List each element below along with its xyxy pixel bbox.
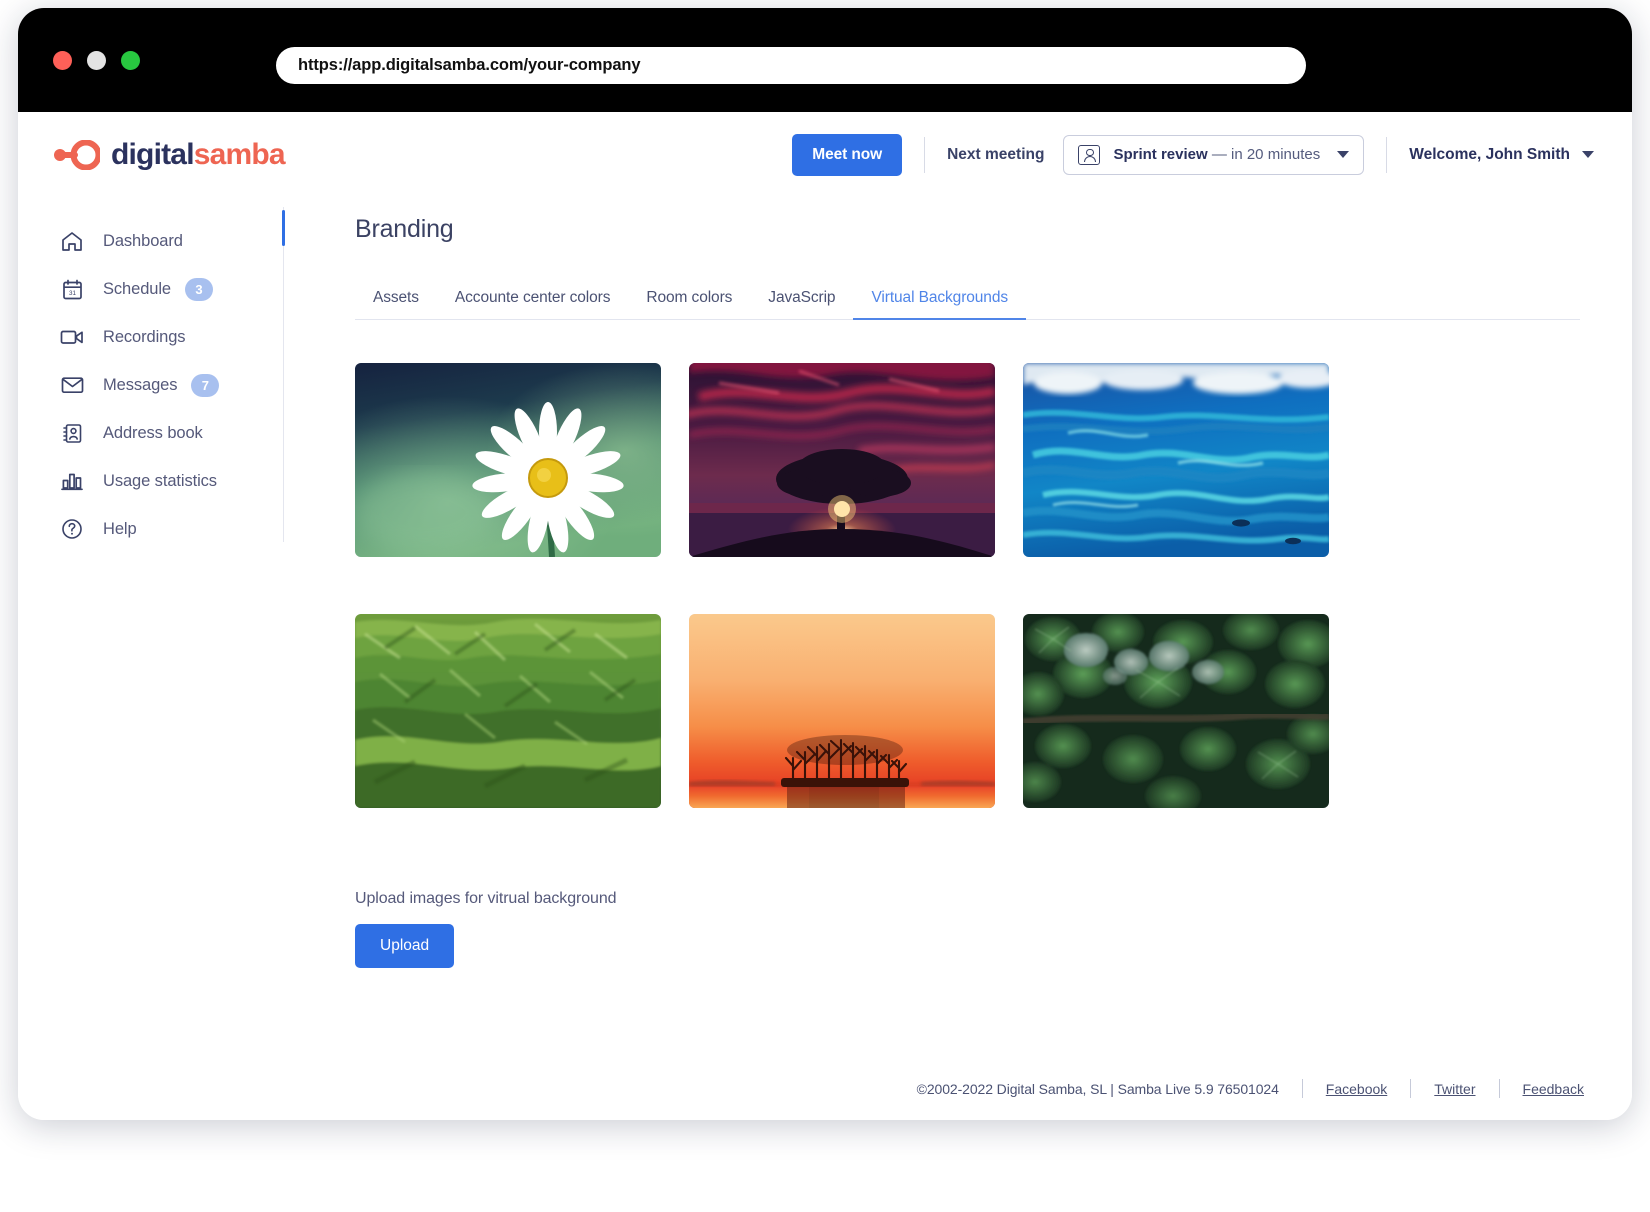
background-thumbnail-white-daisy-flower[interactable]	[355, 363, 661, 557]
page-title: Branding	[355, 215, 1580, 244]
svg-text:31: 31	[68, 290, 76, 297]
sidebar-label: Recordings	[103, 328, 185, 347]
envelope-icon	[58, 372, 86, 398]
sidebar-label: Schedule	[103, 280, 171, 299]
traffic-light-buttons	[53, 51, 140, 70]
header-divider-2	[1386, 137, 1387, 173]
user-menu-label[interactable]: Welcome, John Smith	[1409, 146, 1570, 164]
meet-now-button[interactable]: Meet now	[792, 134, 902, 176]
sidebar-item-address-book[interactable]: Address book	[18, 409, 283, 457]
sidebar-item-recordings[interactable]: Recordings	[18, 313, 283, 361]
footer-copyright: ©2002-2022 Digital Samba, SL | Samba Liv…	[917, 1081, 1279, 1097]
upload-section: Upload images for vitrual background Upl…	[355, 890, 1580, 968]
upload-instruction-label: Upload images for vitrual background	[355, 890, 1580, 908]
background-thumbnail-crimson-sunset-tree[interactable]	[689, 363, 995, 557]
calendar-icon: 31	[58, 276, 86, 302]
brand-logo-text: digitalsamba	[111, 138, 285, 172]
home-icon	[58, 228, 86, 254]
chevron-down-icon	[1337, 151, 1349, 158]
next-meeting-selector[interactable]: Sprint review — in 20 minutes	[1063, 135, 1364, 175]
next-meeting-separator: —	[1212, 146, 1227, 163]
sidebar-item-messages[interactable]: Messages 7	[18, 361, 283, 409]
tab-account-center-colors[interactable]: Accounte center colors	[437, 289, 628, 319]
user-menu-chevron-down-icon[interactable]	[1582, 151, 1594, 158]
footer-link-feedback[interactable]: Feedback	[1523, 1081, 1584, 1097]
footer-divider-3	[1499, 1079, 1500, 1098]
app-container: digitalsamba Meet now Next meeting Sprin…	[18, 112, 1632, 1120]
minimize-window-icon[interactable]	[87, 51, 106, 70]
tab-virtual-backgrounds[interactable]: Virtual Backgrounds	[853, 289, 1026, 319]
tab-javascript[interactable]: JavaScrip	[750, 289, 853, 319]
logo-text-second: samba	[194, 138, 285, 171]
sidebar-item-dashboard[interactable]: Dashboard	[18, 217, 283, 265]
next-meeting-text: Sprint review — in 20 minutes	[1113, 146, 1320, 163]
sidebar-label: Help	[103, 520, 137, 539]
sidebar-label: Dashboard	[103, 232, 183, 251]
footer-link-twitter[interactable]: Twitter	[1434, 1081, 1475, 1097]
logo-text-first: digital	[111, 138, 194, 171]
sidebar-item-usage-statistics[interactable]: Usage statistics	[18, 457, 283, 505]
header-actions: Meet now Next meeting Sprint review — in…	[792, 112, 1594, 197]
next-meeting-title: Sprint review	[1113, 146, 1207, 163]
bar-chart-icon	[58, 468, 86, 494]
address-bar[interactable]: https://app.digitalsamba.com/your-compan…	[276, 47, 1306, 84]
next-meeting-label: Next meeting	[947, 146, 1044, 164]
samba-logo-icon	[54, 140, 100, 170]
close-window-icon[interactable]	[53, 51, 72, 70]
background-thumbnail-green-rolling-hills[interactable]	[355, 614, 661, 808]
main-content: Branding Assets Accounte center colors R…	[283, 197, 1632, 1120]
browser-window: https://app.digitalsamba.com/your-compan…	[18, 8, 1632, 1120]
sidebar-badge-messages: 7	[191, 374, 219, 397]
branding-tabs: Assets Accounte center colors Room color…	[355, 282, 1580, 320]
url-text: https://app.digitalsamba.com/your-compan…	[298, 56, 640, 75]
brand-logo[interactable]: digitalsamba	[54, 138, 285, 172]
tab-room-colors[interactable]: Room colors	[628, 289, 750, 319]
sidebar-label: Address book	[103, 424, 203, 443]
sidebar-badge-schedule: 3	[185, 278, 213, 301]
sidebar-label: Usage statistics	[103, 472, 217, 491]
app-header: digitalsamba Meet now Next meeting Sprin…	[18, 112, 1632, 197]
tab-assets[interactable]: Assets	[355, 289, 437, 319]
header-divider-1	[924, 137, 925, 173]
sidebar-label: Messages	[103, 376, 177, 395]
next-meeting-time: in 20 minutes	[1231, 146, 1320, 163]
virtual-backgrounds-grid	[355, 363, 1580, 808]
footer-link-facebook[interactable]: Facebook	[1326, 1081, 1387, 1097]
maximize-window-icon[interactable]	[121, 51, 140, 70]
contact-card-icon	[1078, 145, 1100, 165]
background-thumbnail-aerial-pine-forest[interactable]	[1023, 614, 1329, 808]
browser-titlebar: https://app.digitalsamba.com/your-compan…	[18, 8, 1632, 112]
sidebar: Dashboard 31 Schedule 3	[18, 197, 283, 1120]
question-circle-icon	[58, 516, 86, 542]
background-thumbnail-orange-sunset-island[interactable]	[689, 614, 995, 808]
background-thumbnail-aerial-turquoise-ocean[interactable]	[1023, 363, 1329, 557]
screenshot-root: https://app.digitalsamba.com/your-compan…	[0, 0, 1650, 1212]
sidebar-item-schedule[interactable]: 31 Schedule 3	[18, 265, 283, 313]
app-body: Dashboard 31 Schedule 3	[18, 197, 1632, 1120]
footer-divider-1	[1302, 1079, 1303, 1098]
footer-divider-2	[1410, 1079, 1411, 1098]
video-camera-icon	[58, 324, 86, 350]
upload-button[interactable]: Upload	[355, 924, 454, 968]
footer: ©2002-2022 Digital Samba, SL | Samba Liv…	[917, 1079, 1584, 1098]
sidebar-item-help[interactable]: Help	[18, 505, 283, 553]
address-book-icon	[58, 420, 86, 446]
